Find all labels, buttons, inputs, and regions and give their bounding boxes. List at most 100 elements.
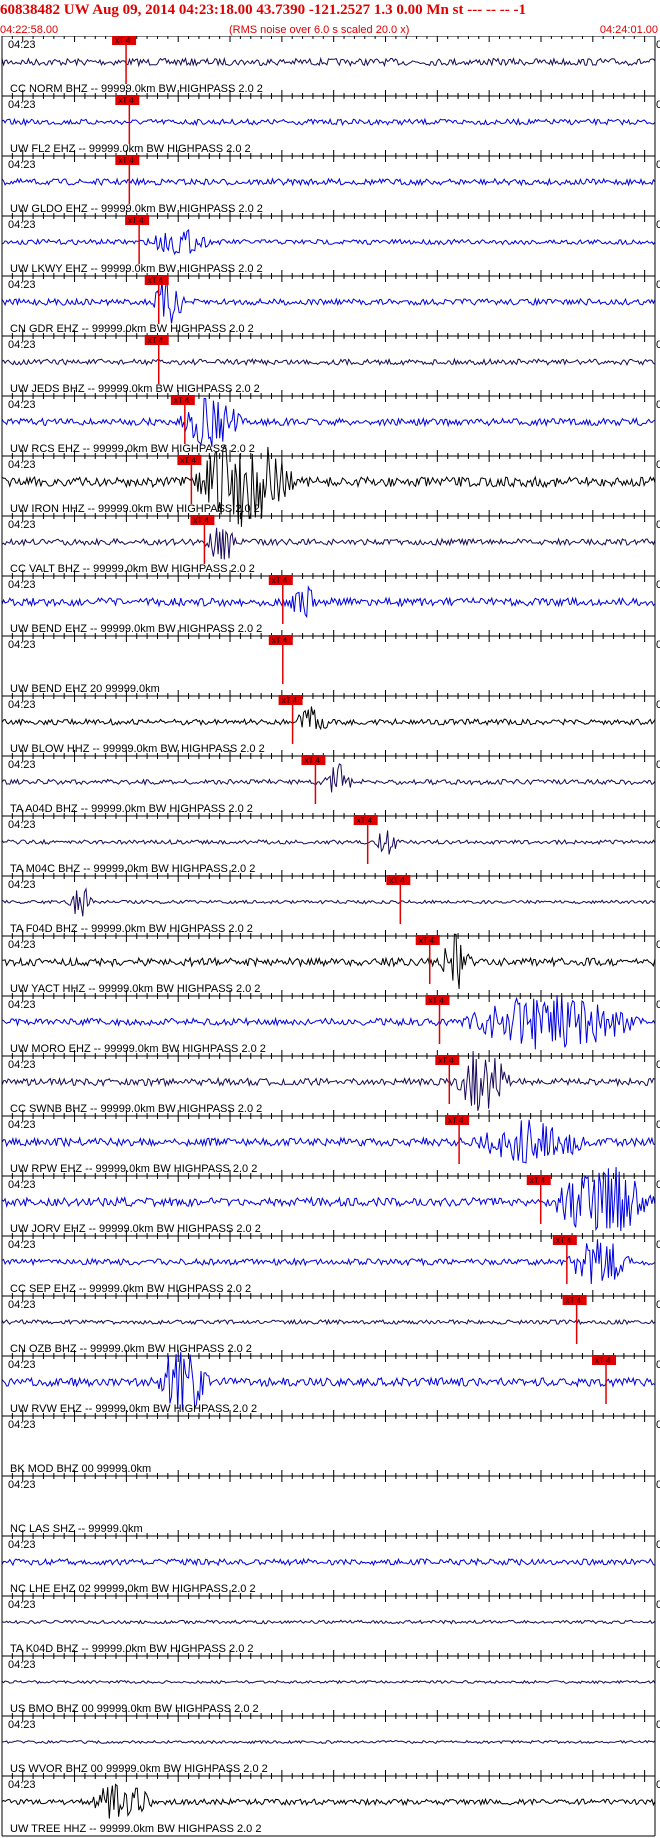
trace-row: 04:23 0 xT 4 UW RCS EHZ -- 99999.0km BW HIG… <box>1 390 660 455</box>
noise-subtitle: (RMS noise over 6.0 s scaled 20.0 x) <box>229 24 410 36</box>
minute-label: 04:23 <box>8 459 36 471</box>
trace-row: 04:23 0 xT 4 UW YACT HHZ -- 99999.0km BW HI… <box>1 930 660 995</box>
station-label: TA M04C BHZ -- 99999.0km BW HIGHPASS 2.0… <box>10 863 255 875</box>
trace-row: 04:23 0 xT 4 UW RPW EHZ -- 99999.0km BW HIG… <box>1 1110 660 1175</box>
waveform <box>1 397 656 447</box>
trace-row: 04:23 0 BK MOD BHZ 00 99999.0km <box>1 1410 660 1475</box>
pick-label: xT 4 <box>128 216 144 225</box>
trace-row: 04:23 0 xT 4 TA F04D BHZ -- 99999.0km BW HI… <box>1 870 660 935</box>
trace-row: 04:23 0 xT 4 UW BEND EHZ -- 99999.0km BW HI… <box>1 570 660 635</box>
trace-end-label: 0 <box>656 1719 660 1731</box>
trace-row: 04:23 0xT 4UW GLDO EHZ -- 99999.0km BW HI… <box>1 150 660 215</box>
minute-label: 04:23 <box>8 999 36 1011</box>
pick-label: xT 4 <box>272 636 288 645</box>
trace-end-label: 0 <box>656 339 660 351</box>
station-label: CC VALT BHZ -- 99999.0km BW HIGHPASS 2.0… <box>10 563 255 575</box>
pick-label: xT 4 <box>438 1056 454 1065</box>
minute-label: 04:23 <box>8 1059 36 1071</box>
trace-row: 04:23 0 xT 4 CC SEP EHZ -- 99999.0km BW HIG… <box>1 1230 660 1295</box>
trace-end-label: 0 <box>656 999 660 1011</box>
waveform <box>1 1739 656 1745</box>
minute-label: 04:23 <box>8 579 36 591</box>
pick-label: xT 4 <box>419 936 435 945</box>
station-label: UW YACT HHZ -- 99999.0km BW HIGHPASS 2.0… <box>10 983 260 995</box>
trace-end-label: 0 <box>656 759 660 771</box>
minute-label: 04:23 <box>8 1719 36 1731</box>
station-label: UW BEND EHZ -- 99999.0km BW HIGHPASS 2.0… <box>10 623 262 635</box>
minute-label: 04:23 <box>8 699 36 711</box>
station-label: UW TREE HHZ -- 99999.0km BW HIGHPASS 2.0… <box>10 1823 261 1835</box>
trace-row: 04:23 0 US WVOR BHZ 00 99999.0km BW HIGHPA… <box>1 1710 660 1775</box>
waveform <box>1 229 656 256</box>
trace-end-label: 0 <box>656 39 660 51</box>
trace-end-label: 0 <box>656 1299 660 1311</box>
station-label: CC SEP EHZ -- 99999.0km BW HIGHPASS 2.0 … <box>10 1283 251 1295</box>
trace-row: 04:23 0 xT 4 CN OZB BHZ -- 99999.0km BW HIG… <box>1 1290 660 1355</box>
minute-label: 04:23 <box>8 519 36 531</box>
station-label: CC SWNB BHZ -- 99999.0km BW HIGHPASS 2.0… <box>10 1103 262 1115</box>
trace-end-label: 0 <box>656 639 660 651</box>
minute-label: 04:23 <box>8 1299 36 1311</box>
waveform <box>1 1318 656 1326</box>
trace-end-label: 0 <box>656 399 660 411</box>
trace-row: 04:23 0 UW TREE HHZ -- 99999.0km BW HIGHPA… <box>1 1770 660 1835</box>
trace-end-label: 0 <box>656 159 660 171</box>
end-time: 04:24:01.00 <box>599 24 658 36</box>
waveform <box>1 56 656 68</box>
trace-end-label: 0 <box>656 879 660 891</box>
trace-end-label: 0 <box>656 279 660 291</box>
pick-label: xT 4 <box>448 1116 464 1125</box>
trace-end-label: 0 <box>656 699 660 711</box>
station-label: UW IRON HHZ -- 99999.0km BW HIGHPASS 2.0… <box>10 503 260 515</box>
minute-label: 04:23 <box>8 1539 36 1551</box>
minute-label: 04:23 <box>8 759 36 771</box>
waveform <box>1 177 656 187</box>
pick-label: xT 4 <box>118 96 134 105</box>
station-label: UW JORV EHZ -- 99999.0km BW HIGHPASS 2.0… <box>10 1223 261 1235</box>
trace-row: 04:23 0 xT 4 UW BLOW HHZ -- 99999.0km BW HI… <box>1 690 660 755</box>
station-label: UW RCS EHZ -- 99999.0km BW HIGHPASS 2.0 … <box>10 443 255 455</box>
trace-row: 04:23 0 TA K04D BHZ -- 99999.0km BW HIGHPA… <box>1 1590 660 1655</box>
trace-end-label: 0 <box>656 1659 660 1671</box>
minute-label: 04:23 <box>8 339 36 351</box>
trace-row: 04:23 0 NC LAS SHZ -- 99999.0km <box>1 1470 660 1535</box>
pick-label: xT 4 <box>193 516 209 525</box>
waveform <box>1 1051 656 1111</box>
trace-row: 04:23 0 xT 4 UW JEDS BHZ -- 99999.0km BW HI… <box>1 330 660 395</box>
waveform <box>1 1557 656 1567</box>
minute-label: 04:23 <box>8 1599 36 1611</box>
trace-end-label: 0 <box>656 219 660 231</box>
trace-end-label: 0 <box>656 519 660 531</box>
waveform <box>1 887 656 917</box>
trace-row: 04:23 0 xT 4 TA M04C BHZ -- 99999.0km BW HI… <box>1 810 660 875</box>
minute-label: 04:23 <box>8 1239 36 1251</box>
trace-row: 04:23 0 xT 4 CN GDR EHZ -- 99999.0km BW HIG… <box>1 270 660 335</box>
pick-label: xT 4 <box>272 576 288 585</box>
trace-row: 04:23 0 xT 4 UW JORV EHZ -- 99999.0km BW HI… <box>1 1167 660 1235</box>
minute-label: 04:23 <box>8 1779 36 1791</box>
station-label: UW RPW EHZ -- 99999.0km BW HIGHPASS 2.0 … <box>10 1163 257 1175</box>
minute-label: 04:23 <box>8 1119 36 1131</box>
pick-label: xT 4 <box>180 456 196 465</box>
waveform <box>1 933 656 989</box>
waveform <box>1 1783 656 1819</box>
station-label: UW FL2 EHZ -- 99999.0km BW HIGHPASS 2.0 … <box>10 143 251 155</box>
pick-label: xT 4 <box>115 36 131 45</box>
trace-row: 04:23 0 US BMO BHZ 00 99999.0km BW HIGHPAS… <box>1 1650 660 1715</box>
trace-row: 04:23 0xT 4UW LKWY EHZ -- 99999.0km BW HI… <box>1 210 660 275</box>
pick-label: xT 4 <box>148 276 164 285</box>
waveform <box>1 1167 656 1232</box>
event-title: 60838482 UW Aug 09, 2014 04:23:18.00 43.… <box>0 2 526 18</box>
minute-label: 04:23 <box>8 1479 36 1491</box>
trace-end-label: 0 <box>656 1359 660 1371</box>
waveform <box>1 1352 656 1410</box>
trace-row: 04:23 0xT 4UW BEND EHZ 20 99999.0km <box>1 630 660 695</box>
minute-label: 04:23 <box>8 1359 36 1371</box>
station-label: BK MOD BHZ 00 99999.0km <box>10 1463 151 1475</box>
trace-row: 04:23 0xT 4CC NORM BHZ -- 99999.0km BW HI… <box>1 36 660 95</box>
waveform <box>1 357 656 367</box>
trace-end-label: 0 <box>656 1059 660 1071</box>
station-label: UW BLOW HHZ -- 99999.0km BW HIGHPASS 2.0… <box>10 743 265 755</box>
seismogram-plot: 04:23 0xT 4CC NORM BHZ -- 99999.0km BW HI… <box>1 36 660 1837</box>
station-label: TA F04D BHZ -- 99999.0km BW HIGHPASS 2.0… <box>10 923 253 935</box>
